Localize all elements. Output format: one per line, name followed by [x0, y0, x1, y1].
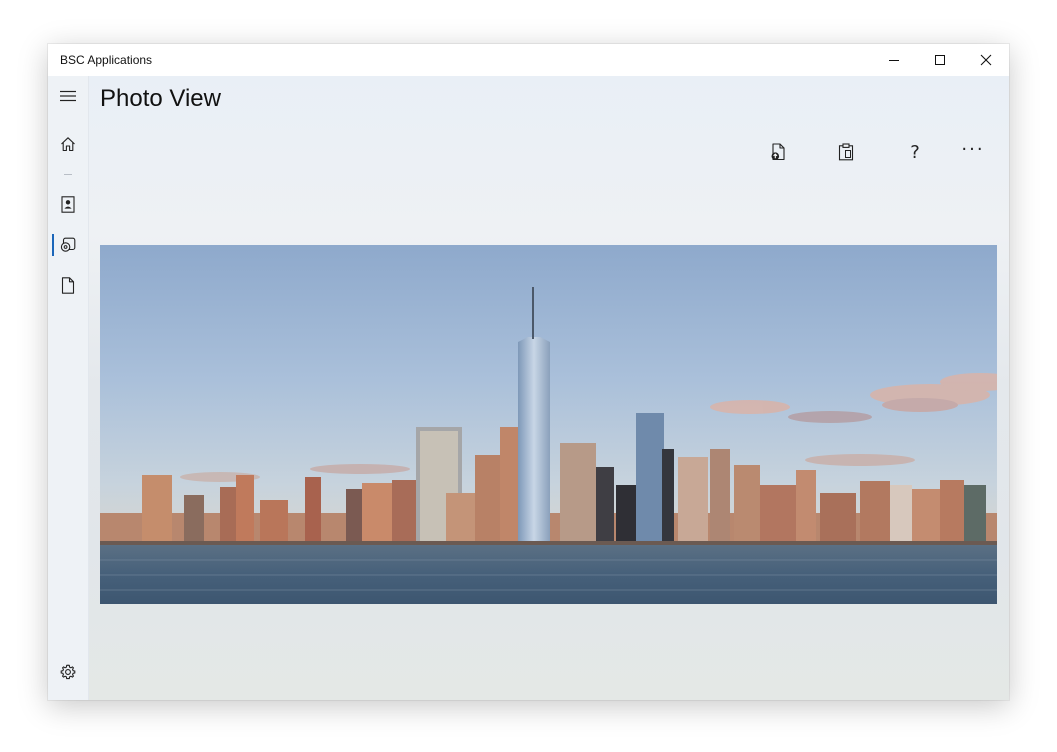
nav-item-photo-view[interactable]: [48, 225, 88, 265]
page-title: Photo View: [100, 85, 221, 112]
gear-icon: [60, 664, 76, 680]
photo-icon: [60, 237, 76, 252]
home-icon: [61, 137, 75, 152]
more-icon: ···: [961, 138, 985, 160]
document-icon: [61, 276, 75, 294]
help-icon: ?: [910, 141, 920, 163]
open-file-icon: [771, 143, 785, 161]
window-controls: [871, 44, 1009, 76]
nav-item-home[interactable]: [48, 124, 88, 164]
minimize-icon: [889, 60, 899, 61]
more-button[interactable]: ···: [953, 134, 993, 170]
minimize-button[interactable]: [871, 44, 917, 76]
nav-item-document[interactable]: [48, 265, 88, 305]
navigation-pane: [48, 76, 89, 700]
maximize-button[interactable]: [917, 44, 963, 76]
city-skyline-photo[interactable]: [100, 245, 997, 604]
contact-card-icon: [61, 195, 75, 213]
nav-item-contact[interactable]: [48, 184, 88, 224]
paste-button[interactable]: [826, 134, 866, 170]
nav-item-settings[interactable]: [48, 652, 88, 692]
close-button[interactable]: [963, 44, 1009, 76]
app-window: BSC Applications Photo View ? ···: [48, 44, 1009, 700]
title-bar[interactable]: BSC Applications: [48, 44, 1009, 76]
help-button[interactable]: ?: [895, 134, 935, 170]
hamburger-menu-button[interactable]: [48, 76, 88, 116]
clipboard-icon: [838, 143, 854, 161]
open-photo-button[interactable]: [758, 134, 798, 170]
main-content: Photo View ? ···: [89, 76, 1009, 700]
hamburger-icon: [60, 90, 76, 102]
app-title: BSC Applications: [60, 53, 153, 67]
close-icon: [980, 54, 992, 66]
nav-separator: [64, 174, 72, 175]
maximize-icon: [935, 55, 945, 65]
